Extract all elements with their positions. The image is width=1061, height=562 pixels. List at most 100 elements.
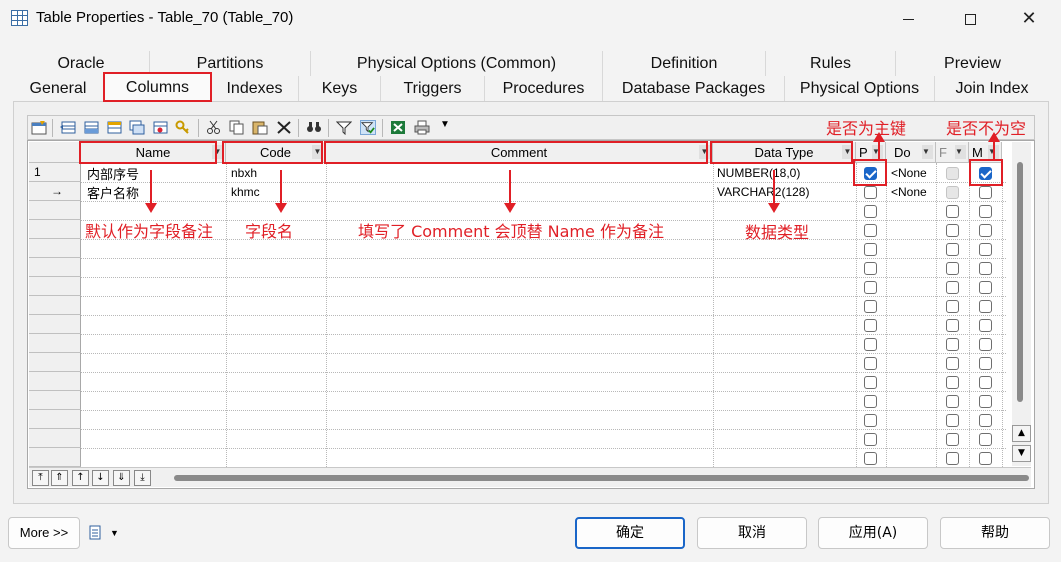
scrollbar-thumb[interactable] [1017, 162, 1023, 402]
row-header[interactable] [29, 220, 81, 239]
primary-checkbox[interactable] [864, 243, 877, 256]
tab-keys[interactable]: Keys [299, 76, 381, 101]
apply-button[interactable]: 应用(A) [818, 517, 928, 549]
maximize-button[interactable] [950, 6, 990, 32]
copy-icon[interactable] [229, 120, 245, 135]
row-header[interactable] [29, 258, 81, 277]
move-down-icon[interactable]: ↓ [92, 470, 109, 486]
close-button[interactable]: ✕ [1009, 6, 1049, 32]
tab-database-packages[interactable]: Database Packages [603, 76, 785, 101]
cell-domain[interactable]: <None [891, 166, 927, 180]
add-columns-icon[interactable] [106, 120, 122, 135]
tab-join-index[interactable]: Join Index [935, 76, 1049, 101]
primary-checkbox[interactable] [864, 376, 877, 389]
row-header[interactable] [29, 239, 81, 258]
cell-name[interactable]: 客户名称 [87, 183, 139, 202]
customize-columns-icon[interactable] [360, 120, 376, 135]
primary-checkbox[interactable] [864, 300, 877, 313]
row-header[interactable] [29, 201, 81, 220]
mandatory-checkbox[interactable] [979, 414, 992, 427]
cell-domain[interactable]: <None [891, 185, 927, 199]
mandatory-checkbox[interactable] [979, 300, 992, 313]
tab-physical-options[interactable]: Physical Options [785, 76, 935, 101]
row-header[interactable] [29, 429, 81, 448]
mandatory-checkbox[interactable] [979, 224, 992, 237]
row-header[interactable] [29, 277, 81, 296]
print-icon[interactable] [88, 525, 104, 541]
paste-icon[interactable] [252, 120, 268, 135]
foreign-checkbox[interactable] [946, 224, 959, 237]
foreign-checkbox[interactable] [946, 395, 959, 408]
cell-code[interactable]: khmc [231, 185, 260, 199]
cell-data-type[interactable]: VARCHAR2(128) [717, 185, 809, 199]
reuse-columns-icon[interactable] [152, 120, 168, 135]
cut-icon[interactable] [206, 120, 222, 135]
scrollbar-thumb[interactable] [174, 475, 1029, 481]
chevron-down-icon[interactable]: ▼ [110, 528, 119, 538]
scroll-bottom-icon[interactable]: ▼ [1012, 445, 1031, 462]
row-header[interactable] [29, 334, 81, 353]
mandatory-checkbox[interactable] [979, 433, 992, 446]
column-header-domain[interactable]: Do ▼ [886, 142, 936, 163]
tab-triggers[interactable]: Triggers [381, 76, 485, 101]
tab-preview[interactable]: Preview [896, 51, 1049, 76]
cancel-button[interactable]: 取消 [697, 517, 807, 549]
foreign-checkbox[interactable] [946, 433, 959, 446]
mandatory-checkbox[interactable] [979, 376, 992, 389]
tab-physical-options-common[interactable]: Physical Options (Common) [311, 51, 603, 76]
tab-definition[interactable]: Definition [603, 51, 766, 76]
move-page-down-icon[interactable]: ⇓ [113, 470, 130, 486]
print-dropdown-icon[interactable]: ▼ [440, 119, 450, 130]
primary-checkbox[interactable] [864, 319, 877, 332]
vertical-scrollbar[interactable]: ▲ ▼ [1012, 142, 1031, 466]
properties-icon[interactable] [31, 120, 47, 135]
primary-checkbox[interactable] [864, 414, 877, 427]
find-icon[interactable] [306, 120, 322, 135]
move-up-icon[interactable]: ↑ [72, 470, 89, 486]
row-header[interactable] [29, 315, 81, 334]
row-header[interactable] [29, 448, 81, 467]
scroll-top-icon[interactable]: ▲ [1012, 425, 1031, 442]
mandatory-checkbox[interactable] [979, 243, 992, 256]
primary-checkbox[interactable] [864, 357, 877, 370]
foreign-checkbox[interactable] [946, 262, 959, 275]
foreign-checkbox[interactable] [946, 243, 959, 256]
tab-general[interactable]: General [13, 76, 104, 101]
mandatory-checkbox[interactable] [979, 281, 992, 294]
tab-rules[interactable]: Rules [766, 51, 896, 76]
mandatory-checkbox[interactable] [979, 357, 992, 370]
cell-code[interactable]: nbxh [231, 166, 257, 180]
foreign-checkbox[interactable] [946, 414, 959, 427]
row-header[interactable] [29, 372, 81, 391]
print-icon[interactable] [414, 120, 430, 135]
primary-checkbox[interactable] [864, 205, 877, 218]
foreign-checkbox[interactable] [946, 338, 959, 351]
corner-header[interactable] [29, 142, 81, 163]
delete-icon[interactable] [276, 120, 292, 135]
foreign-checkbox[interactable] [946, 357, 959, 370]
foreign-checkbox[interactable] [946, 281, 959, 294]
primary-checkbox[interactable] [864, 395, 877, 408]
help-button[interactable]: 帮助 [940, 517, 1050, 549]
move-to-bottom-icon[interactable]: ⤓ [134, 470, 151, 486]
tab-indexes[interactable]: Indexes [211, 76, 299, 101]
cell-data-type[interactable]: NUMBER(18,0) [717, 166, 800, 180]
cell-name[interactable]: 内部序号 [87, 164, 139, 183]
replicate-icon[interactable] [129, 120, 145, 135]
tab-procedures[interactable]: Procedures [485, 76, 603, 101]
chevron-down-icon[interactable]: ▼ [922, 145, 933, 159]
foreign-checkbox[interactable] [946, 376, 959, 389]
column-header-foreign[interactable]: F ▼ [936, 142, 969, 163]
filter-icon[interactable] [336, 120, 352, 135]
row-header[interactable] [29, 410, 81, 429]
foreign-checkbox[interactable] [946, 452, 959, 465]
horizontal-scrollbar[interactable]: ⤒ ⇑ ↑ ↓ ⇓ ⤓ [29, 467, 1031, 487]
insert-row-icon[interactable] [60, 120, 76, 135]
move-to-top-icon[interactable]: ⤒ [32, 470, 49, 486]
move-page-up-icon[interactable]: ⇑ [51, 470, 68, 486]
mandatory-checkbox[interactable] [979, 338, 992, 351]
minimize-button[interactable] [888, 6, 928, 32]
excel-export-icon[interactable] [390, 120, 406, 135]
primary-checkbox[interactable] [864, 452, 877, 465]
chevron-down-icon[interactable]: ▼ [955, 145, 966, 159]
